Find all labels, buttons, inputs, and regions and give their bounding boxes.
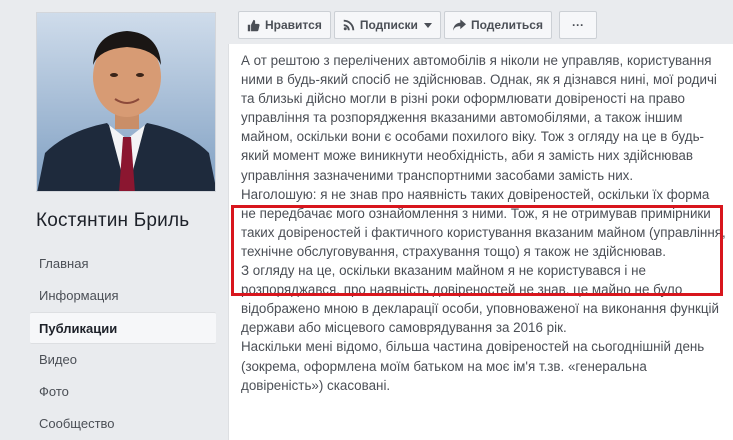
share-button[interactable]: Поделиться <box>443 11 552 39</box>
follow-label: Подписки <box>359 18 418 32</box>
follow-button[interactable]: Подписки <box>333 11 441 39</box>
chevron-down-icon <box>423 22 432 28</box>
profile-name[interactable]: Костянтин Бриль <box>36 210 189 232</box>
profile-photo[interactable] <box>36 12 216 192</box>
nav-item-community[interactable]: Сообщество <box>30 408 216 440</box>
nav-item-posts[interactable]: Публикации <box>30 312 216 344</box>
nav-item-videos[interactable]: Видео <box>30 344 216 376</box>
post-card: А от рештою з перелічених автомобілів я … <box>228 44 733 440</box>
page-nav: Главная Информация Публикации Видео Фото… <box>30 248 216 440</box>
like-button[interactable]: Нравится <box>238 11 331 39</box>
nav-item-home[interactable]: Главная <box>30 248 216 280</box>
post-paragraph-highlighted: Наголошую: я не знав про наявність таких… <box>241 186 726 259</box>
post-paragraph: Наскільки мені відомо, більша частина до… <box>241 339 705 393</box>
share-label: Поделиться <box>470 18 543 32</box>
more-options-button[interactable]: ··· <box>558 11 597 39</box>
rss-icon <box>343 19 355 31</box>
nav-item-photos[interactable]: Фото <box>30 376 216 408</box>
like-label: Нравится <box>265 18 322 32</box>
thumbs-up-icon <box>247 19 260 31</box>
post-paragraph: А от рештою з перелічених автомобілів я … <box>241 53 717 183</box>
share-arrow-icon <box>452 19 466 31</box>
page-action-bar: Нравится Подписки Поделиться ··· <box>238 11 597 39</box>
post-text: А от рештою з перелічених автомобілів я … <box>241 51 727 395</box>
more-dots-icon: ··· <box>571 18 584 32</box>
page-sidebar: Костянтин Бриль Главная Информация Публи… <box>0 0 230 440</box>
post-paragraph: З огляду на це, оскільки вказаним майном… <box>241 263 719 336</box>
nav-item-info[interactable]: Информация <box>30 280 216 312</box>
